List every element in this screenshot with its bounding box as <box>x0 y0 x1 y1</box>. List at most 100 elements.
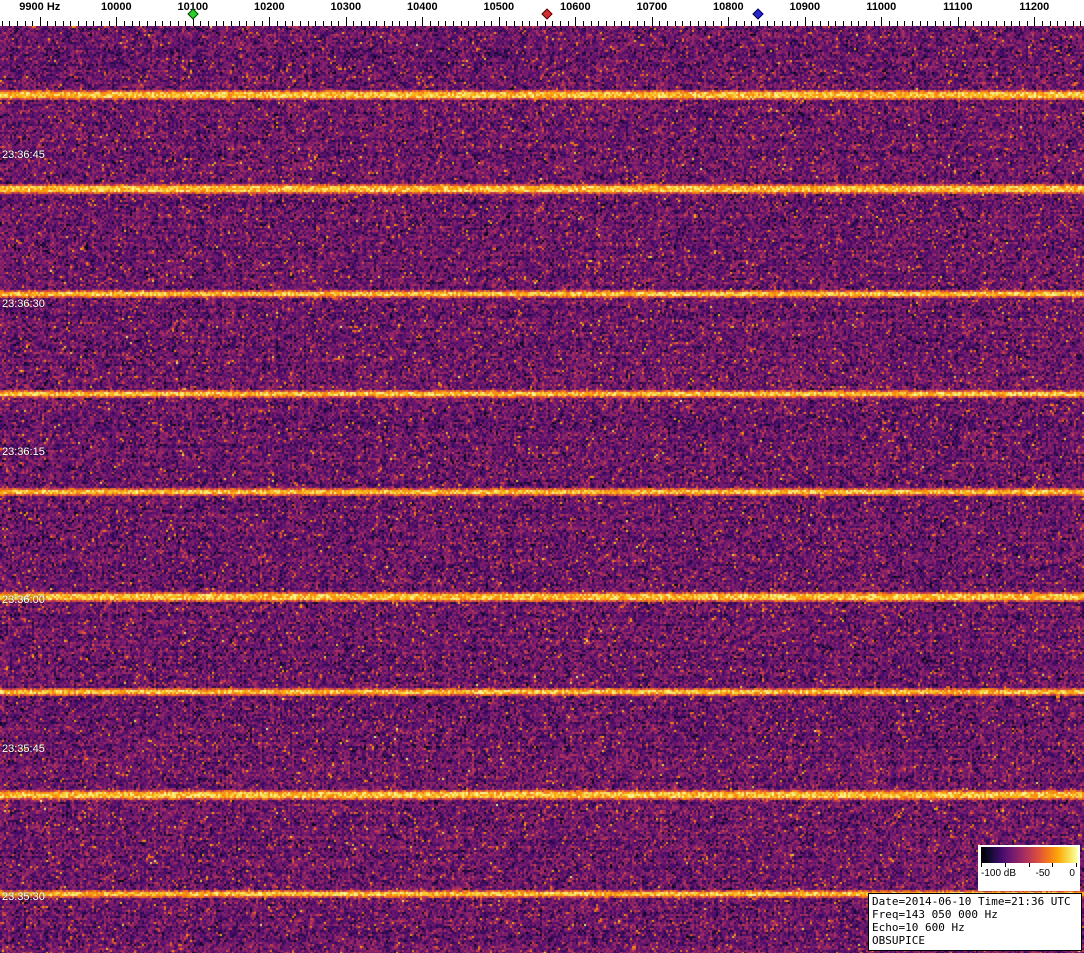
minor-tick <box>261 21 263 26</box>
major-tick <box>498 17 500 26</box>
minor-tick <box>1026 21 1028 26</box>
minor-tick <box>1003 21 1005 26</box>
major-tick <box>651 17 653 26</box>
minor-tick <box>292 21 294 26</box>
minor-tick <box>70 21 72 26</box>
minor-tick <box>85 21 87 26</box>
major-tick <box>269 17 271 26</box>
minor-tick <box>980 21 982 26</box>
minor-tick <box>1 21 3 26</box>
minor-tick <box>16 21 18 26</box>
minor-tick <box>674 21 676 26</box>
minor-tick <box>514 21 516 26</box>
minor-tick <box>896 21 898 26</box>
freq-label: 10600 <box>560 1 591 13</box>
minor-tick <box>9 21 11 26</box>
spectrogram-canvas[interactable] <box>0 26 1084 953</box>
minor-tick <box>850 21 852 26</box>
legend-tick <box>1029 863 1030 867</box>
minor-tick <box>208 21 210 26</box>
minor-tick <box>720 21 722 26</box>
minor-tick <box>797 21 799 26</box>
minor-tick <box>605 21 607 26</box>
minor-tick <box>177 21 179 26</box>
minor-tick <box>55 21 57 26</box>
minor-tick <box>713 21 714 26</box>
freq-label: 11200 <box>1019 1 1050 13</box>
frequency-ruler[interactable]: 9900 Hz 10000 10100 10200 10300 10400 10500 106… <box>0 0 1084 26</box>
freq-label: 10400 <box>407 1 438 13</box>
minor-tick <box>766 21 768 26</box>
minor-tick <box>361 21 363 26</box>
intensity-legend: -100 dB -50 0 <box>978 845 1080 891</box>
minor-tick <box>919 21 921 26</box>
minor-tick <box>636 21 638 26</box>
blue-frequency-marker[interactable] <box>752 8 764 20</box>
minor-tick <box>1049 21 1051 26</box>
minor-tick <box>32 21 34 26</box>
minor-tick <box>108 21 110 26</box>
minor-tick <box>162 21 164 26</box>
legend-tick <box>1052 863 1053 867</box>
minor-tick <box>353 21 355 26</box>
minor-tick <box>835 21 837 26</box>
minor-tick <box>537 21 538 26</box>
freq-label: 11000 <box>866 1 897 13</box>
freq-label: 10000 <box>101 1 132 13</box>
colormap-gradient <box>981 847 1077 863</box>
major-tick <box>728 17 730 26</box>
info-station-line: OBSUPICE <box>872 934 925 947</box>
minor-tick <box>529 21 531 26</box>
minor-tick <box>1041 21 1043 26</box>
freq-label: 10500 <box>483 1 515 13</box>
minor-tick <box>735 21 737 26</box>
minor-tick <box>781 21 783 26</box>
minor-tick <box>613 21 615 26</box>
minor-tick <box>697 21 699 26</box>
info-freq-line: Freq=143 050 000 Hz <box>872 908 998 921</box>
minor-tick <box>254 21 255 26</box>
minor-tick <box>376 21 378 26</box>
freq-label: 9900 Hz <box>19 1 61 13</box>
time-label: 23:36:15 <box>2 446 45 458</box>
minor-tick <box>1064 21 1066 26</box>
minor-tick <box>888 21 890 26</box>
minor-tick <box>667 21 669 26</box>
minor-tick <box>544 21 546 26</box>
freq-label: 10800 <box>713 1 744 13</box>
minor-tick <box>598 21 600 26</box>
minor-tick <box>506 21 508 26</box>
observation-info-box: Date=2014-06-10 Time=21:36 UTC Freq=143 … <box>868 893 1082 951</box>
minor-tick <box>621 21 623 26</box>
minor-tick <box>858 21 860 26</box>
freq-label: 10200 <box>254 1 285 13</box>
minor-tick <box>146 21 148 26</box>
minor-tick <box>552 21 554 26</box>
minor-tick <box>996 21 997 26</box>
minor-tick <box>123 21 125 26</box>
minor-tick <box>62 21 64 26</box>
minor-tick <box>774 21 776 26</box>
spectrogram-app: 9900 Hz 10000 10100 10200 10300 10400 10500 106… <box>0 0 1084 953</box>
minor-tick <box>812 21 814 26</box>
red-frequency-marker[interactable] <box>541 8 553 20</box>
minor-tick <box>483 21 485 26</box>
minor-tick <box>1019 21 1020 26</box>
minor-tick <box>1011 21 1013 26</box>
minor-tick <box>322 21 324 26</box>
major-tick <box>881 17 883 26</box>
minor-tick <box>215 21 217 26</box>
minor-tick <box>315 21 317 26</box>
minor-tick <box>590 21 592 26</box>
minor-tick <box>246 21 248 26</box>
minor-tick <box>843 21 844 26</box>
minor-tick <box>965 21 967 26</box>
legend-tick <box>1005 863 1006 867</box>
minor-tick <box>758 21 760 26</box>
legend-label-mid: -50 <box>1035 868 1050 879</box>
minor-tick <box>973 21 975 26</box>
legend-tick <box>1076 863 1077 867</box>
freq-label: 11100 <box>943 1 973 13</box>
legend-tick <box>981 863 982 867</box>
minor-tick <box>231 21 232 26</box>
